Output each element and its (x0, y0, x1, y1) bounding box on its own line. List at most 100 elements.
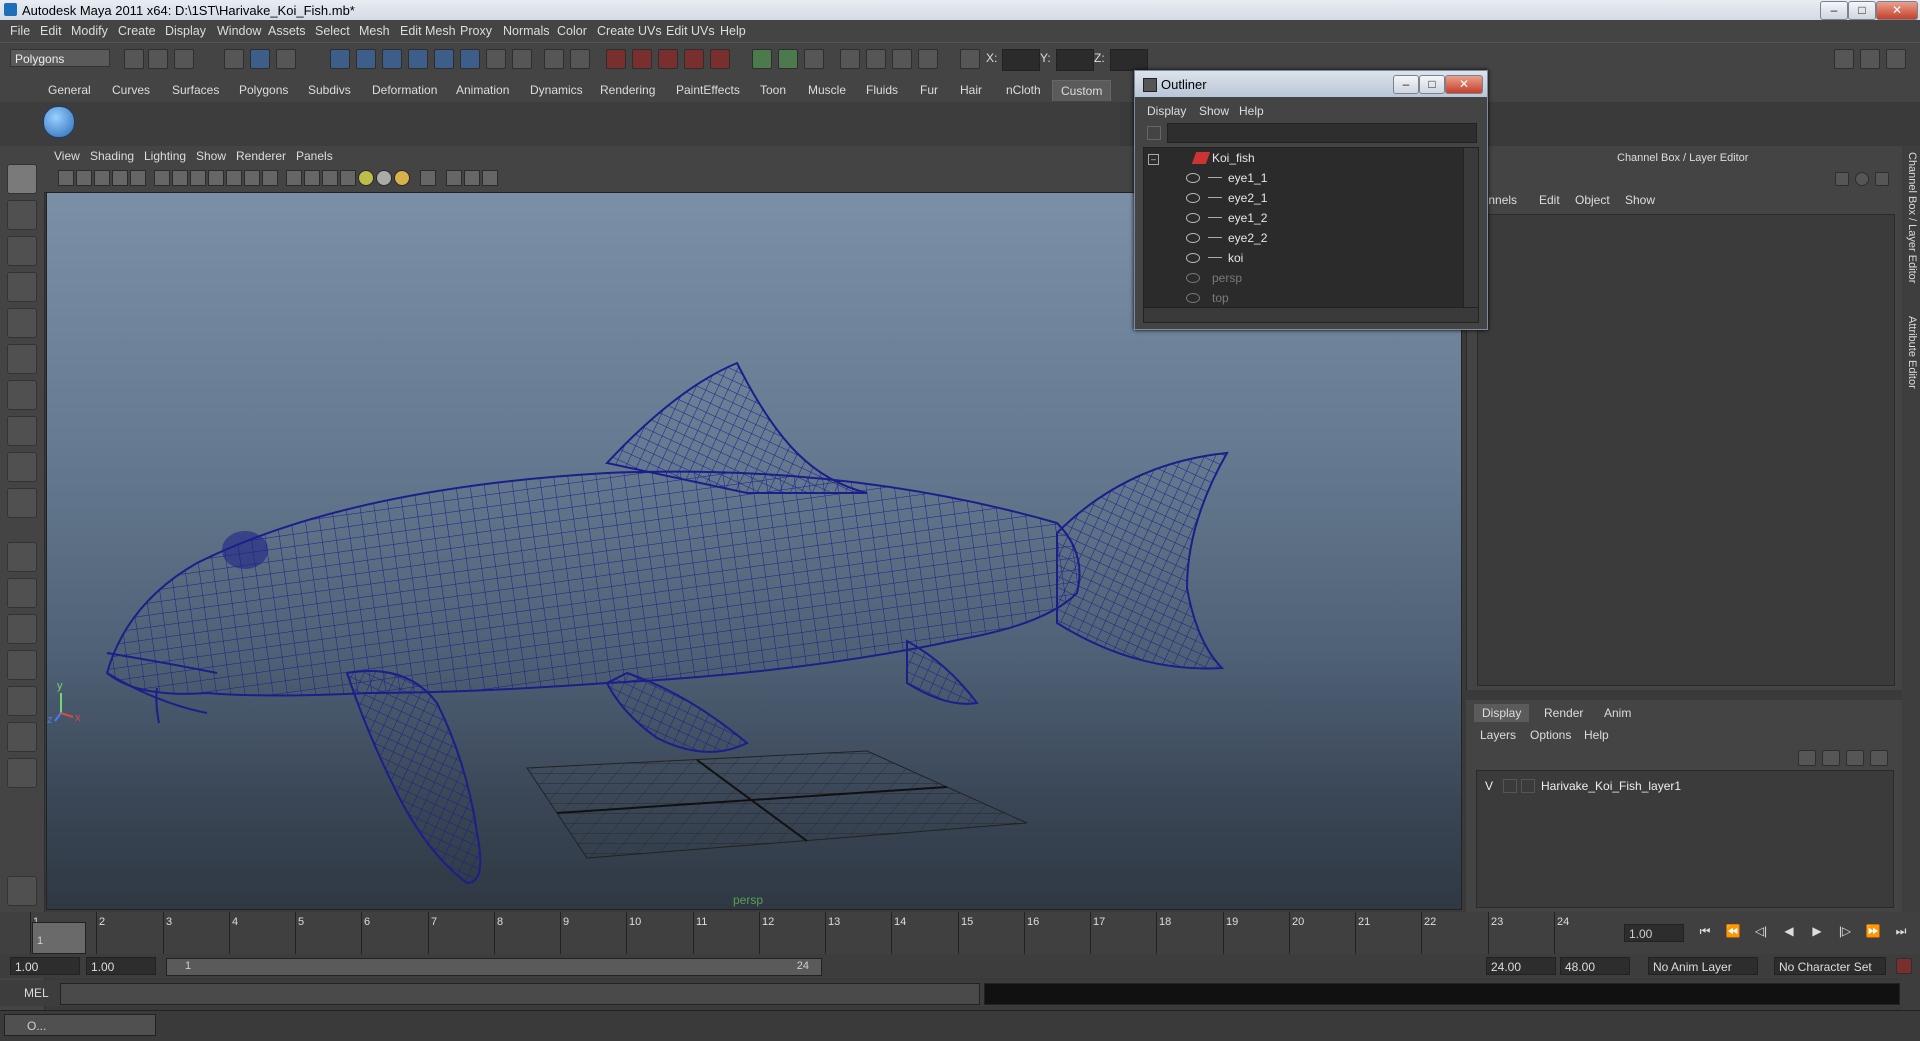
layer-color-swatch[interactable] (1521, 779, 1535, 793)
outliner-horizontal-scrollbar[interactable] (1143, 307, 1479, 323)
side-tab-channel-box[interactable]: Channel Box / Layer Editor (1904, 152, 1918, 283)
mask-joints-icon[interactable] (356, 49, 376, 69)
render-view-icon[interactable] (840, 49, 860, 69)
menu-normals[interactable]: Normals (503, 24, 550, 38)
playback-end-field[interactable]: 24.00 (1486, 957, 1556, 975)
command-input[interactable] (60, 983, 980, 1005)
outliner-title-bar[interactable]: Outliner – □ ✕ (1135, 71, 1487, 97)
mask-handles-icon[interactable] (330, 49, 350, 69)
shelf-tab-ncloth[interactable]: nCloth (998, 80, 1049, 100)
move-tool-icon[interactable] (7, 272, 37, 302)
layer-row[interactable]: V Harivake_Koi_Fish_layer1 (1479, 777, 1879, 795)
shelf-tab-fluids[interactable]: Fluids (858, 80, 906, 100)
channel-box-key-icon[interactable] (1835, 172, 1849, 186)
menu-window[interactable]: Window (217, 24, 261, 38)
play-forwards-button[interactable]: ▶ (1806, 924, 1828, 942)
animation-preferences-icon[interactable] (1896, 958, 1912, 974)
bookmark-icon[interactable] (94, 170, 110, 186)
use-all-lights-icon[interactable] (358, 170, 374, 186)
outliner-item-koi[interactable]: koi (1228, 248, 1243, 268)
mask-rendering-icon[interactable] (486, 49, 506, 69)
menu-modify[interactable]: Modify (71, 24, 108, 38)
menu-assets[interactable]: Assets (268, 24, 306, 38)
menu-create-uvs[interactable]: Create UVs (597, 24, 662, 38)
move-layer-up-icon[interactable] (1846, 750, 1864, 766)
character-set-selector[interactable]: No Character Set (1774, 957, 1886, 975)
last-tool-icon[interactable] (7, 488, 37, 518)
resolution-gate-icon[interactable] (190, 170, 206, 186)
expand-collapse-icon[interactable]: – (1148, 154, 1159, 165)
menu-create[interactable]: Create (118, 24, 156, 38)
go-to-start-button[interactable]: ⏮ (1694, 924, 1716, 942)
channel-box-list[interactable] (1477, 214, 1895, 686)
shelf-tab-animation[interactable]: Animation (448, 80, 517, 100)
shelf-tab-painteffects[interactable]: PaintEffects (668, 80, 748, 100)
construction-history-icon[interactable] (804, 49, 824, 69)
camera-select-icon[interactable] (76, 170, 92, 186)
mask-deformations-icon[interactable] (434, 49, 454, 69)
outliner-menu-help[interactable]: Help (1239, 104, 1264, 118)
shelf-tab-surfaces[interactable]: Surfaces (164, 80, 227, 100)
outliner-filter-field[interactable] (1167, 123, 1477, 143)
menu-file[interactable]: File (10, 24, 30, 38)
outliner-maximize-button[interactable]: □ (1419, 75, 1445, 94)
safe-title-icon[interactable] (262, 170, 278, 186)
current-time-field[interactable]: 1.00 (1624, 924, 1684, 942)
channel-box-menu-edit[interactable]: Edit (1539, 193, 1560, 207)
shelf-tab-rendering[interactable]: Rendering (592, 80, 663, 100)
script-language-label[interactable]: MEL (24, 986, 49, 1000)
anim-layer-selector[interactable]: No Anim Layer (1648, 957, 1758, 975)
select-component-icon[interactable] (276, 49, 296, 69)
viewport-menu-panels[interactable]: Panels (296, 149, 333, 163)
snap-grid-icon[interactable] (606, 49, 626, 69)
new-layer-icon[interactable] (1798, 750, 1816, 766)
menu-mesh[interactable]: Mesh (359, 24, 390, 38)
channel-box-edit-icon[interactable] (1875, 172, 1889, 186)
wireframe-icon[interactable] (286, 170, 302, 186)
snap-live-icon[interactable] (710, 49, 730, 69)
gate-mask-icon[interactable] (208, 170, 224, 186)
layer-tab-anim[interactable]: Anim (1596, 704, 1639, 722)
persp-graph-layout-icon[interactable] (7, 650, 37, 680)
outliner-item-eye2-2[interactable]: eye2_2 (1228, 228, 1267, 248)
output-ops-icon[interactable] (778, 49, 798, 69)
outliner-item-eye1-1[interactable]: eye1_1 (1228, 168, 1267, 188)
layer-playback-toggle[interactable] (1503, 779, 1517, 793)
safe-action-icon[interactable] (244, 170, 260, 186)
select-tool-icon[interactable] (7, 164, 37, 194)
viewport-menu-view[interactable]: View (54, 149, 80, 163)
outliner-item-eye1-2[interactable]: eye1_2 (1228, 208, 1267, 228)
viewport-menu-renderer[interactable]: Renderer (236, 149, 286, 163)
move-layer-down-icon[interactable] (1870, 750, 1888, 766)
field-chart-icon[interactable] (226, 170, 242, 186)
viewport-menu-shading[interactable]: Shading (90, 149, 134, 163)
menu-proxy[interactable]: Proxy (460, 24, 492, 38)
render-settings-icon[interactable] (918, 49, 938, 69)
outliner-item-eye2-1[interactable]: eye2_1 (1228, 188, 1267, 208)
menu-help[interactable]: Help (720, 24, 746, 38)
select-hierarchy-icon[interactable] (224, 49, 244, 69)
custom-layout-icon[interactable] (7, 722, 37, 752)
shelf-custom-check-icon[interactable] (43, 106, 75, 138)
minimized-outliner-button[interactable]: O... (4, 1014, 156, 1036)
toggle-tool-settings-icon[interactable] (1860, 49, 1880, 69)
snap-curve-icon[interactable] (632, 49, 652, 69)
menu-select[interactable]: Select (315, 24, 350, 38)
go-to-end-button[interactable]: ⏭ (1890, 924, 1912, 942)
menu-display[interactable]: Display (165, 24, 206, 38)
close-button[interactable]: ✕ (1876, 1, 1918, 20)
outliner-item-persp[interactable]: persp (1212, 268, 1242, 288)
layer-menu-options[interactable]: Options (1530, 728, 1571, 742)
highlight-selection-icon[interactable] (570, 49, 590, 69)
four-view-layout-icon[interactable] (7, 578, 37, 608)
layer-menu-layers[interactable]: Layers (1480, 728, 1516, 742)
shadows-icon[interactable] (376, 170, 392, 186)
save-scene-icon[interactable] (174, 49, 194, 69)
toggle-channel-box-icon[interactable] (1834, 49, 1854, 69)
viewport-menu-show[interactable]: Show (196, 149, 226, 163)
smooth-shade-icon[interactable] (304, 170, 320, 186)
shelf-tab-custom[interactable]: Custom (1052, 80, 1112, 101)
default-light-icon[interactable] (394, 170, 410, 186)
layer-tab-display[interactable]: Display (1474, 704, 1530, 722)
shelf-tab-fur[interactable]: Fur (912, 80, 946, 100)
